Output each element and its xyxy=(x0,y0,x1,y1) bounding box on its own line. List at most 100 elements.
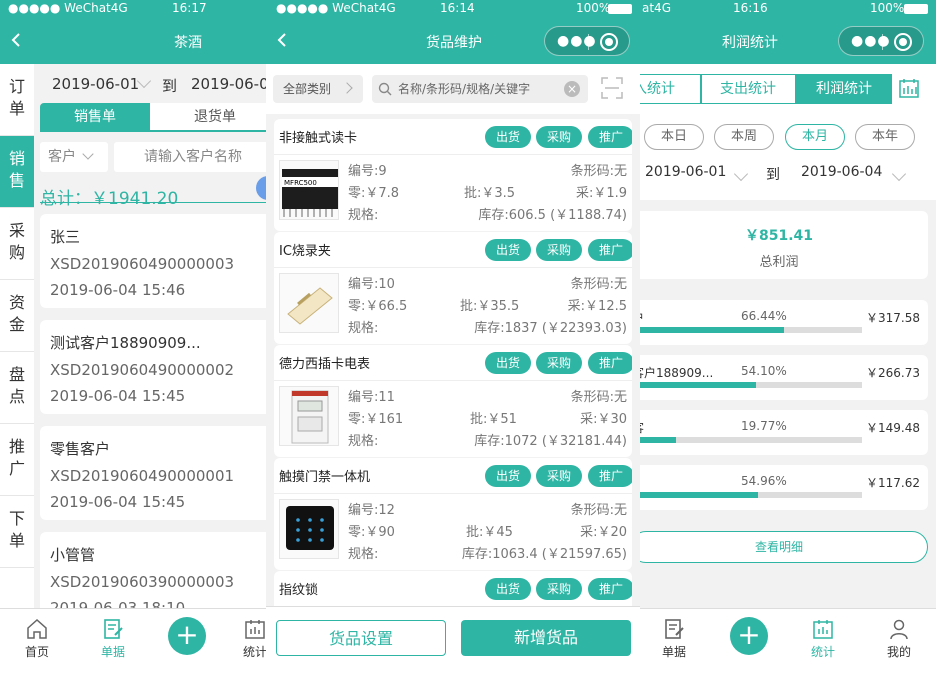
rank-customer: 客户188909... xyxy=(632,366,714,380)
purchase-button[interactable]: 采购 xyxy=(536,578,582,600)
more-icon[interactable]: ●●● xyxy=(851,33,891,49)
mini-program-capsule[interactable]: ●●● xyxy=(838,26,924,56)
close-target-icon[interactable] xyxy=(894,33,912,51)
profit-rank-row[interactable]: 54.96% ￥117.62 xyxy=(630,465,928,510)
sidebar-item-label: 订单 xyxy=(8,77,25,118)
tab-orders[interactable]: 单据 xyxy=(88,617,138,660)
profit-rank-row[interactable]: 客 19.77% ￥149.48 xyxy=(630,410,928,455)
add-button[interactable]: + xyxy=(730,617,768,655)
scan-icon[interactable] xyxy=(601,77,623,99)
period-today[interactable]: 本日 xyxy=(644,124,704,150)
order-number: XSD2019060390000003 xyxy=(50,573,235,591)
mini-program-capsule[interactable]: ●●● xyxy=(544,26,630,56)
promote-button[interactable]: 推广 xyxy=(588,352,632,374)
sidebar-item-sales[interactable]: 销售 xyxy=(0,136,34,208)
calendar-chart-icon xyxy=(245,620,265,639)
sidebar-item-promote[interactable]: 推广 xyxy=(0,424,34,496)
customer-type-select[interactable]: 客户 xyxy=(40,142,108,172)
purchase-button[interactable]: 采购 xyxy=(536,239,582,261)
date-from[interactable]: 2019-06-01 xyxy=(52,75,139,93)
ship-button[interactable]: 出货 xyxy=(485,578,531,600)
search-icon xyxy=(378,82,392,96)
promote-button[interactable]: 推广 xyxy=(588,465,632,487)
ship-button[interactable]: 出货 xyxy=(485,352,531,374)
clear-icon[interactable]: × xyxy=(564,81,580,97)
ship-button[interactable]: 出货 xyxy=(485,239,531,261)
chevron-right-icon xyxy=(341,82,353,94)
goods-barcode: 条形码:无 xyxy=(570,503,627,518)
status-bar: ●●●●● WeChat4G 16:14 100% xyxy=(266,0,640,17)
order-card[interactable]: 零售客户 XSD2019060490000001 2019-06-04 15:4… xyxy=(40,426,275,520)
more-icon[interactable]: ●●● xyxy=(557,33,597,49)
sidebar-item-orders[interactable]: 订单 xyxy=(0,64,34,136)
goods-barcode: 条形码:无 xyxy=(570,390,627,405)
promote-button[interactable]: 推广 xyxy=(588,578,632,600)
back-arrow-icon[interactable] xyxy=(276,33,288,47)
purchase-button[interactable]: 采购 xyxy=(536,465,582,487)
goods-stock: 库存:1837 (￥22393.03) xyxy=(474,321,627,336)
goods-item[interactable]: 德力西插卡电表 出货 采购 推广 编号:11 条形码:无 零:￥161 批:￥5… xyxy=(274,345,632,457)
calendar-chart-icon[interactable] xyxy=(898,77,920,99)
wholesale-price: 批:￥3.5 xyxy=(464,186,516,201)
tab-home[interactable]: 首页 xyxy=(12,617,62,660)
ship-button[interactable]: 出货 xyxy=(485,465,531,487)
search-bar: 全部类别 名称/条形码/规格/关键字 × xyxy=(266,64,640,114)
goods-item[interactable]: 触摸门禁一体机 出货 采购 推广 编号:12 条形码:无 零:￥90 批:￥45… xyxy=(274,458,632,570)
purchase-price: 采:￥20 xyxy=(580,525,627,540)
order-customer: 小管管 xyxy=(50,546,96,564)
purchase-button[interactable]: 采购 xyxy=(536,126,582,148)
back-arrow-icon[interactable] xyxy=(10,33,22,47)
order-card[interactable]: 张三 XSD2019060490000003 2019-06-04 15:46 xyxy=(40,214,275,308)
goods-settings-button[interactable]: 货品设置 xyxy=(276,620,446,656)
goods-code: 编号:10 xyxy=(348,277,395,292)
bottom-tabbar: 单据 + 统计 我的 xyxy=(630,608,936,700)
sales-total: 总计：￥1941.20 xyxy=(40,189,179,209)
profit-rank-row[interactable]: 户 66.44% ￥317.58 xyxy=(630,300,928,345)
goods-name: 指纹锁 xyxy=(279,583,319,598)
profit-rank-row[interactable]: 客户188909... 54.10% ￥266.73 xyxy=(630,355,928,400)
plus-icon: + xyxy=(175,618,199,651)
goods-item[interactable]: 非接触式读卡 出货 采购 推广 MFRC500 编号:9 条形码:无 零:￥7.… xyxy=(274,119,632,231)
sidebar-item-purchase[interactable]: 采购 xyxy=(0,208,34,280)
tab-underline xyxy=(40,130,275,132)
promote-button[interactable]: 推广 xyxy=(588,239,632,261)
tab-mine[interactable]: 我的 xyxy=(874,617,924,660)
tab-sales[interactable]: 销售单 xyxy=(40,103,150,131)
tab-stats[interactable]: 统计 xyxy=(798,617,848,660)
tab-income-stats[interactable]: 入统计 xyxy=(630,74,702,104)
search-input[interactable]: 名称/条形码/规格/关键字 × xyxy=(372,75,588,103)
date-to[interactable]: 2019-06-04 xyxy=(191,75,275,93)
add-goods-button[interactable]: 新增货品 xyxy=(461,620,631,656)
period-week[interactable]: 本周 xyxy=(714,124,774,150)
purchase-button[interactable]: 采购 xyxy=(536,352,582,374)
goods-image xyxy=(279,386,339,446)
tab-orders[interactable]: 单据 xyxy=(649,617,699,660)
ship-button[interactable]: 出货 xyxy=(485,126,531,148)
item-divider xyxy=(274,493,632,494)
promote-button[interactable]: 推广 xyxy=(588,126,632,148)
period-month[interactable]: 本月 xyxy=(785,124,845,150)
goods-code: 编号:12 xyxy=(348,503,395,518)
goods-spec: 规格: xyxy=(348,321,379,336)
view-details-button[interactable]: 查看明细 xyxy=(630,531,928,563)
tab-expense-stats[interactable]: 支出统计 xyxy=(700,74,796,104)
period-year[interactable]: 本年 xyxy=(855,124,915,150)
sidebar-item-funds[interactable]: 资金 xyxy=(0,280,34,352)
order-card[interactable]: 测试客户18890909... XSD2019060490000002 2019… xyxy=(40,320,275,414)
tab-profit-stats[interactable]: 利润统计 xyxy=(796,74,892,104)
sidebar-item-inventory[interactable]: 盘点 xyxy=(0,352,34,424)
sidebar-item-place-order[interactable]: 下单 xyxy=(0,496,34,568)
goods-item[interactable]: 指纹锁 出货 采购 推广 xyxy=(274,571,632,611)
goods-name: 德力西插卡电表 xyxy=(279,357,371,372)
close-target-icon[interactable] xyxy=(600,33,618,51)
sales-main: 2019-06-01 到 2019-06-04 销售单 退货单 客户 请输入客户… xyxy=(34,64,275,626)
goods-item[interactable]: IC烧录夹 出货 采购 推广 编号:10 条形码:无 零:￥66.5 批:￥35… xyxy=(274,232,632,344)
category-select[interactable]: 全部类别 xyxy=(273,75,363,103)
goods-spec: 规格: xyxy=(348,434,379,449)
customer-search-input[interactable]: 请输入客户名称 xyxy=(114,142,275,172)
tab-returns[interactable]: 退货单 xyxy=(150,103,275,131)
rank-amount: ￥149.48 xyxy=(866,421,920,435)
date-from[interactable]: 2019-06-01 xyxy=(645,164,726,180)
date-to[interactable]: 2019-06-04 xyxy=(801,164,882,180)
add-button[interactable]: + xyxy=(168,617,206,655)
